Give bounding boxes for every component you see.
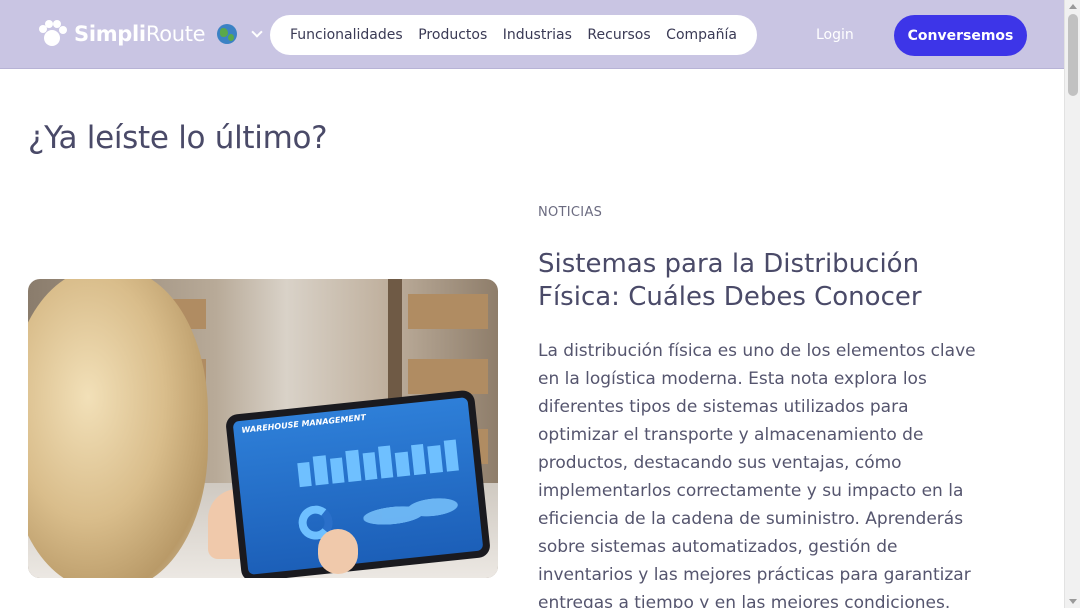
nav-item-industrias[interactable]: Industrias <box>503 27 572 43</box>
screen-bar <box>443 439 459 472</box>
nav-item-compania[interactable]: Compañía <box>666 27 737 43</box>
screen-world-map <box>361 488 465 539</box>
nav-item-recursos[interactable]: Recursos <box>587 27 650 43</box>
shelf-boxes <box>408 294 488 329</box>
screen-title: WAREHOUSE MANAGEMENT <box>241 412 367 435</box>
screen-bar-chart <box>296 437 459 488</box>
section-title: ¿Ya leíste lo último? <box>28 120 328 156</box>
article-category[interactable]: NOTICIAS <box>538 205 602 220</box>
scroll-up-arrow-icon[interactable] <box>1069 4 1077 9</box>
shelf-boxes <box>408 359 488 394</box>
logo-text-light: Route <box>145 22 206 46</box>
woman-hair <box>28 279 208 578</box>
logo-text-bold: Simpli <box>74 22 146 46</box>
screen-bar <box>410 444 427 476</box>
screen-bar <box>362 451 378 481</box>
conversemos-button[interactable]: Conversemos <box>894 15 1027 56</box>
hand <box>318 529 358 574</box>
scroll-thumb[interactable] <box>1068 14 1078 96</box>
page-scrollbar[interactable] <box>1064 0 1080 608</box>
article-title[interactable]: Sistemas para la Distribución Física: Cu… <box>538 248 958 314</box>
site-header: SimpliRoute Funcionalidades Productos In… <box>0 0 1064 69</box>
screen-bar <box>395 451 411 477</box>
nav-item-productos[interactable]: Productos <box>418 27 487 43</box>
nav-item-funcionalidades[interactable]: Funcionalidades <box>290 27 403 43</box>
logo[interactable]: SimpliRoute <box>36 18 263 50</box>
login-link[interactable]: Login <box>816 27 854 43</box>
chevron-down-icon[interactable] <box>251 26 263 38</box>
logo-text: SimpliRoute <box>74 22 206 46</box>
screen-bar <box>345 450 362 482</box>
tablet: WAREHOUSE MANAGEMENT <box>224 389 492 578</box>
screen-bar <box>378 445 394 479</box>
main-nav: Funcionalidades Productos Industrias Rec… <box>270 15 757 55</box>
logo-paw-icon <box>36 18 68 50</box>
scroll-down-arrow-icon[interactable] <box>1069 599 1077 604</box>
screen-bar <box>313 455 329 486</box>
article-image[interactable]: WAREHOUSE MANAGEMENT <box>28 279 498 578</box>
tablet-screen: WAREHOUSE MANAGEMENT <box>232 397 484 575</box>
article-excerpt: La distribución física es uno de los ele… <box>538 341 976 608</box>
screen-bar <box>297 462 313 488</box>
screen-bar <box>427 445 443 474</box>
screen-bar <box>329 457 345 484</box>
globe-icon[interactable] <box>217 24 238 44</box>
